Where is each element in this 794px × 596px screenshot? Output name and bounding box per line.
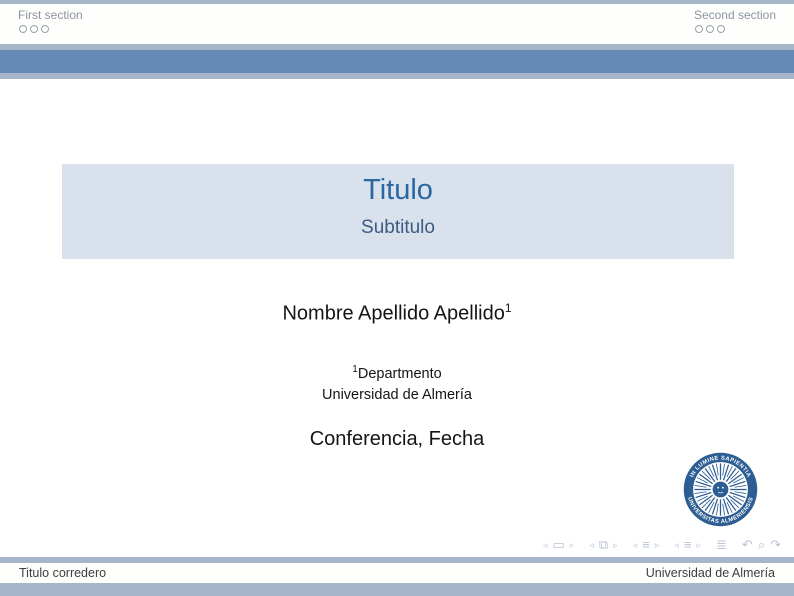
presentation-subtitle: Subtitulo	[62, 217, 734, 239]
slide-dot[interactable]	[19, 25, 27, 33]
section-navigation-bar: First section Second section	[0, 4, 794, 44]
slide-dot[interactable]	[706, 25, 714, 33]
section-second-dots	[694, 25, 776, 33]
footer-row: Titulo corredero Universidad de Almería	[0, 563, 794, 583]
author-line: Nombre Apellido Apellido1	[0, 301, 794, 326]
nav-document-group: ≣	[716, 538, 727, 552]
footer-band-light-bottom	[0, 583, 794, 596]
section-first[interactable]: First section	[18, 8, 83, 33]
footer: Titulo corredero Universidad de Almería	[0, 557, 794, 596]
presentation-title: Titulo	[62, 164, 734, 207]
nav-section-group: ◃ ≡ ▹	[674, 538, 701, 552]
slide-dot[interactable]	[30, 25, 38, 33]
nav-subsection-icon[interactable]: ≡	[642, 538, 650, 552]
nav-next-section-icon[interactable]: ▹	[696, 538, 701, 552]
section-first-label[interactable]: First section	[18, 8, 83, 22]
nav-history-group: ↶ ⌕ ↷	[742, 538, 781, 552]
footer-institution: Universidad de Almería	[646, 566, 775, 580]
nav-forward-icon[interactable]: ↷	[770, 538, 781, 552]
nav-search-icon[interactable]: ⌕	[758, 538, 765, 552]
university-seal-logo: IN LUMINE SAPIENTIA UNIVERSITAS ALMERIEN…	[683, 452, 758, 527]
title-box: Titulo Subtitulo	[62, 164, 734, 259]
nav-next-subsection-icon[interactable]: ▹	[655, 538, 660, 552]
seal-sun-eye	[722, 487, 724, 489]
header-band-dark	[0, 50, 794, 73]
nav-frame-icon[interactable]: ⧉	[599, 538, 608, 552]
institute-department: Departmento	[358, 366, 442, 382]
slide-dot[interactable]	[717, 25, 725, 33]
seal-sun-eye	[717, 487, 719, 489]
author-name: Nombre Apellido Apellido	[282, 303, 504, 325]
beamer-navigation-bar: ◃ ▭ ▹ ◃ ⧉ ▹ ◃ ≡ ▹ ◃ ≡ ▹ ≣ ↶ ⌕ ↷	[543, 538, 781, 552]
nav-prev-slide-icon[interactable]: ◃	[543, 538, 548, 552]
nav-frame-group: ◃ ⧉ ▹	[589, 538, 617, 552]
conference-date-line: Conferencia, Fecha	[0, 428, 794, 451]
section-second[interactable]: Second section	[694, 8, 776, 33]
nav-subsection-group: ◃ ≡ ▹	[633, 538, 660, 552]
nav-prev-section-icon[interactable]: ◃	[674, 538, 679, 552]
nav-prev-frame-icon[interactable]: ◃	[589, 538, 594, 552]
beamer-slide: First section Second section Titulo Subt…	[0, 0, 794, 596]
nav-document-icon[interactable]: ≣	[716, 538, 727, 552]
nav-back-icon[interactable]: ↶	[742, 538, 753, 552]
institute-department-line: 1Departmento	[0, 359, 794, 385]
institute-university: Universidad de Almería	[0, 385, 794, 406]
section-first-dots	[18, 25, 83, 33]
slide-dot[interactable]	[41, 25, 49, 33]
header-band-light-bottom	[0, 73, 794, 79]
nav-next-slide-icon[interactable]: ▹	[570, 538, 575, 552]
slide-dot[interactable]	[695, 25, 703, 33]
institute-block: 1Departmento Universidad de Almería	[0, 359, 794, 406]
nav-slide-group: ◃ ▭ ▹	[543, 538, 574, 552]
section-second-label[interactable]: Second section	[694, 8, 776, 22]
nav-slide-icon[interactable]: ▭	[553, 538, 565, 552]
nav-next-frame-icon[interactable]: ▹	[613, 538, 618, 552]
nav-section-icon[interactable]: ≡	[684, 538, 692, 552]
author-affiliation-mark: 1	[505, 301, 512, 315]
footer-short-title: Titulo corredero	[19, 566, 106, 580]
nav-prev-subsection-icon[interactable]: ◃	[633, 538, 638, 552]
seal-sun-face	[713, 482, 729, 498]
